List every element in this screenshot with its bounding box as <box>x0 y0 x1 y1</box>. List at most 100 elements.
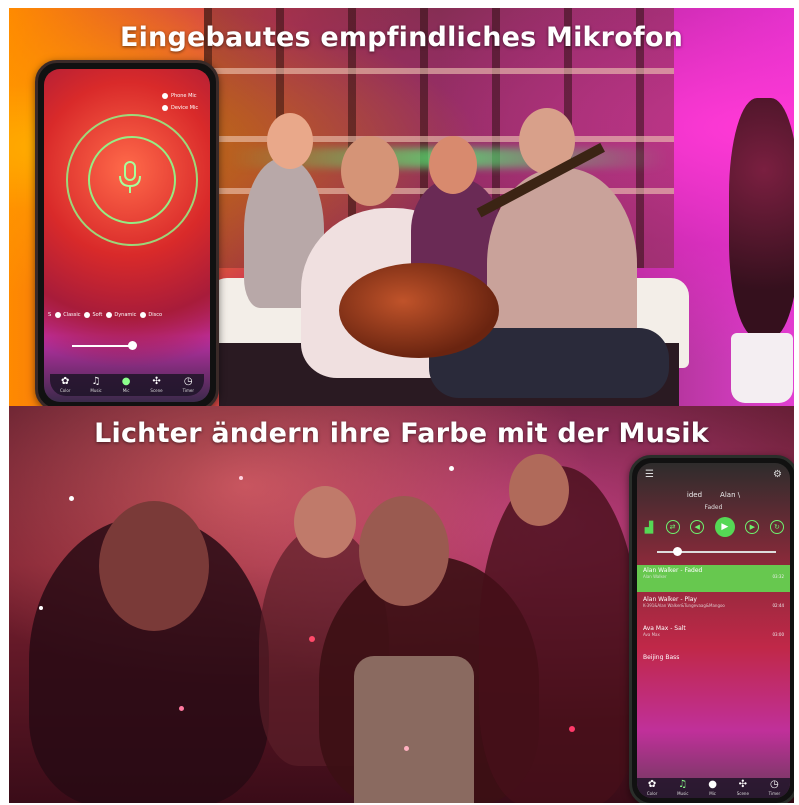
sensitivity-slider[interactable] <box>72 345 132 347</box>
music-sync-panel: Lichter ändern ihre Farbe mit der Musik … <box>9 406 794 803</box>
confetti <box>179 706 184 711</box>
gear-icon[interactable]: ⚙ <box>773 469 782 480</box>
clock-icon: ◷ <box>183 376 193 387</box>
app-music-screen: ☰ ⚙ ided Alan \ Faded ▟ ⇄ ◀ ▶ ▶ ↻ Alan W… <box>637 463 790 798</box>
confetti <box>309 636 315 642</box>
person-head <box>99 501 209 631</box>
mode-label: Dynamic <box>114 312 137 318</box>
tab-label: Timer <box>182 388 194 393</box>
next-icon[interactable]: ▶ <box>745 520 760 534</box>
microphone-icon[interactable] <box>117 161 143 195</box>
play-button[interactable]: ▶ <box>714 517 735 537</box>
mode-label: Classic <box>63 312 81 318</box>
mode-soft[interactable]: Soft <box>84 312 102 318</box>
track-title: Ava Max - Salt <box>643 625 686 632</box>
radio-icon <box>55 312 62 318</box>
tab-label: Music <box>90 388 102 393</box>
shuffle-icon[interactable]: ⇄ <box>665 520 680 534</box>
tab-label: Timer <box>768 791 781 796</box>
tab-label: Mic <box>709 791 716 796</box>
progress-handle[interactable] <box>673 547 682 556</box>
mode-dynamic[interactable]: Dynamic <box>106 312 136 318</box>
playback-controls: ▟ ⇄ ◀ ▶ ▶ ↻ <box>643 515 784 539</box>
tab-scene[interactable]: ✣ Scene <box>150 376 163 394</box>
shelf-board <box>204 68 674 74</box>
option-label: Device Mic <box>171 105 199 111</box>
confetti <box>449 466 454 471</box>
scene-icon: ✣ <box>152 376 161 387</box>
now-playing-title: Faded <box>704 504 723 511</box>
track-artist: Alan Walker <box>643 574 667 579</box>
tab-color[interactable]: ✿ Color <box>646 779 658 797</box>
previous-icon[interactable]: ◀ <box>690 520 705 534</box>
slider-handle[interactable] <box>128 341 137 350</box>
confetti <box>39 606 43 610</box>
mode-classic[interactable]: Classic <box>55 312 80 318</box>
product-image: Eingebautes empfindliches Mikrofon Phone… <box>0 0 799 805</box>
mode-selector: S Classic Soft Dynamic Disco <box>48 312 208 318</box>
tab-label: Scene <box>736 791 749 796</box>
tab-timer[interactable]: ◷ Timer <box>768 779 781 797</box>
track-duration: 03:32 <box>772 574 784 579</box>
tab-artist[interactable]: Alan \ <box>720 491 740 499</box>
track-row[interactable]: Alan Walker - Play K-391&Alan Walker&Tun… <box>637 594 790 621</box>
tab-label: Mic <box>122 388 130 393</box>
person-head <box>341 136 399 206</box>
music-tabs: ided Alan \ <box>637 491 790 499</box>
person-head <box>429 136 477 194</box>
phone-music-screen: ☰ ⚙ ided Alan \ Faded ▟ ⇄ ◀ ▶ ▶ ↻ Alan W… <box>629 455 794 803</box>
radio-icon <box>106 312 113 318</box>
sequin-top <box>354 656 474 803</box>
headline-music: Lichter ändern ihre Farbe mit der Musik <box>94 418 709 449</box>
scene-icon: ✣ <box>738 779 747 790</box>
track-row[interactable]: Beijing Bass <box>637 652 790 679</box>
tab-music[interactable]: ♫ Music <box>90 377 102 394</box>
radio-icon <box>162 93 168 99</box>
microphone-icon: ● <box>708 779 717 790</box>
palette-icon: ✿ <box>61 376 70 387</box>
track-duration: 02:44 <box>772 603 784 608</box>
repeat-icon[interactable]: ↻ <box>769 520 784 534</box>
tab-mic[interactable]: ● Mic <box>121 376 131 394</box>
tab-color[interactable]: ✿ Color <box>59 376 71 394</box>
mode-disco[interactable]: Disco <box>140 312 162 318</box>
app-mic-screen: Phone Mic Device Mic S Classic Soft Dyna… <box>44 69 210 402</box>
tab-label: Scene <box>150 388 163 393</box>
confetti <box>404 746 409 751</box>
radio-icon <box>140 312 147 318</box>
track-artist: Ava Max <box>643 632 660 637</box>
option-label: Phone Mic <box>171 93 197 99</box>
track-duration: 03:00 <box>772 632 784 637</box>
app-header: ☰ ⚙ <box>637 463 790 485</box>
app-tab-bar: ✿ Color ♫ Music ● Mic ✣ Scene ◷ Timer <box>50 374 204 396</box>
radio-icon <box>84 312 91 318</box>
mode-label: Disco <box>148 312 163 318</box>
microphone-feature-panel: Eingebautes empfindliches Mikrofon Phone… <box>9 8 794 406</box>
track-row[interactable]: Ava Max - Salt Ava Max 03:00 <box>637 623 790 650</box>
palette-icon: ✿ <box>647 779 657 790</box>
option-device-mic[interactable]: Device Mic <box>162 105 208 111</box>
headline-microphone: Eingebautes empfindliches Mikrofon <box>119 22 684 53</box>
confetti <box>69 496 74 501</box>
person-head <box>267 113 313 169</box>
mode-label: S <box>48 312 52 318</box>
tab-playlist[interactable]: ided <box>687 491 702 499</box>
tab-label: Color <box>646 791 658 796</box>
guitar <box>339 263 499 358</box>
menu-icon[interactable]: ☰ <box>645 469 654 480</box>
track-title: Alan Walker - Faded <box>643 567 703 574</box>
radio-icon <box>162 105 168 111</box>
plant-pot <box>731 333 793 403</box>
tab-mic[interactable]: ● Mic <box>708 779 717 797</box>
equalizer-icon[interactable]: ▟ <box>643 521 655 534</box>
tab-label: Color <box>59 388 71 393</box>
option-phone-mic[interactable]: Phone Mic <box>162 93 208 99</box>
track-title: Beijing Bass <box>643 654 680 661</box>
tab-timer[interactable]: ◷ Timer <box>182 376 194 394</box>
tab-scene[interactable]: ✣ Scene <box>736 779 749 797</box>
tab-music[interactable]: ♫ Music <box>677 779 688 797</box>
track-row[interactable]: Alan Walker - Faded Alan Walker 03:32 <box>637 565 790 592</box>
music-note-icon: ♫ <box>678 779 688 790</box>
microphone-icon: ● <box>121 376 131 387</box>
clock-icon: ◷ <box>770 779 779 790</box>
